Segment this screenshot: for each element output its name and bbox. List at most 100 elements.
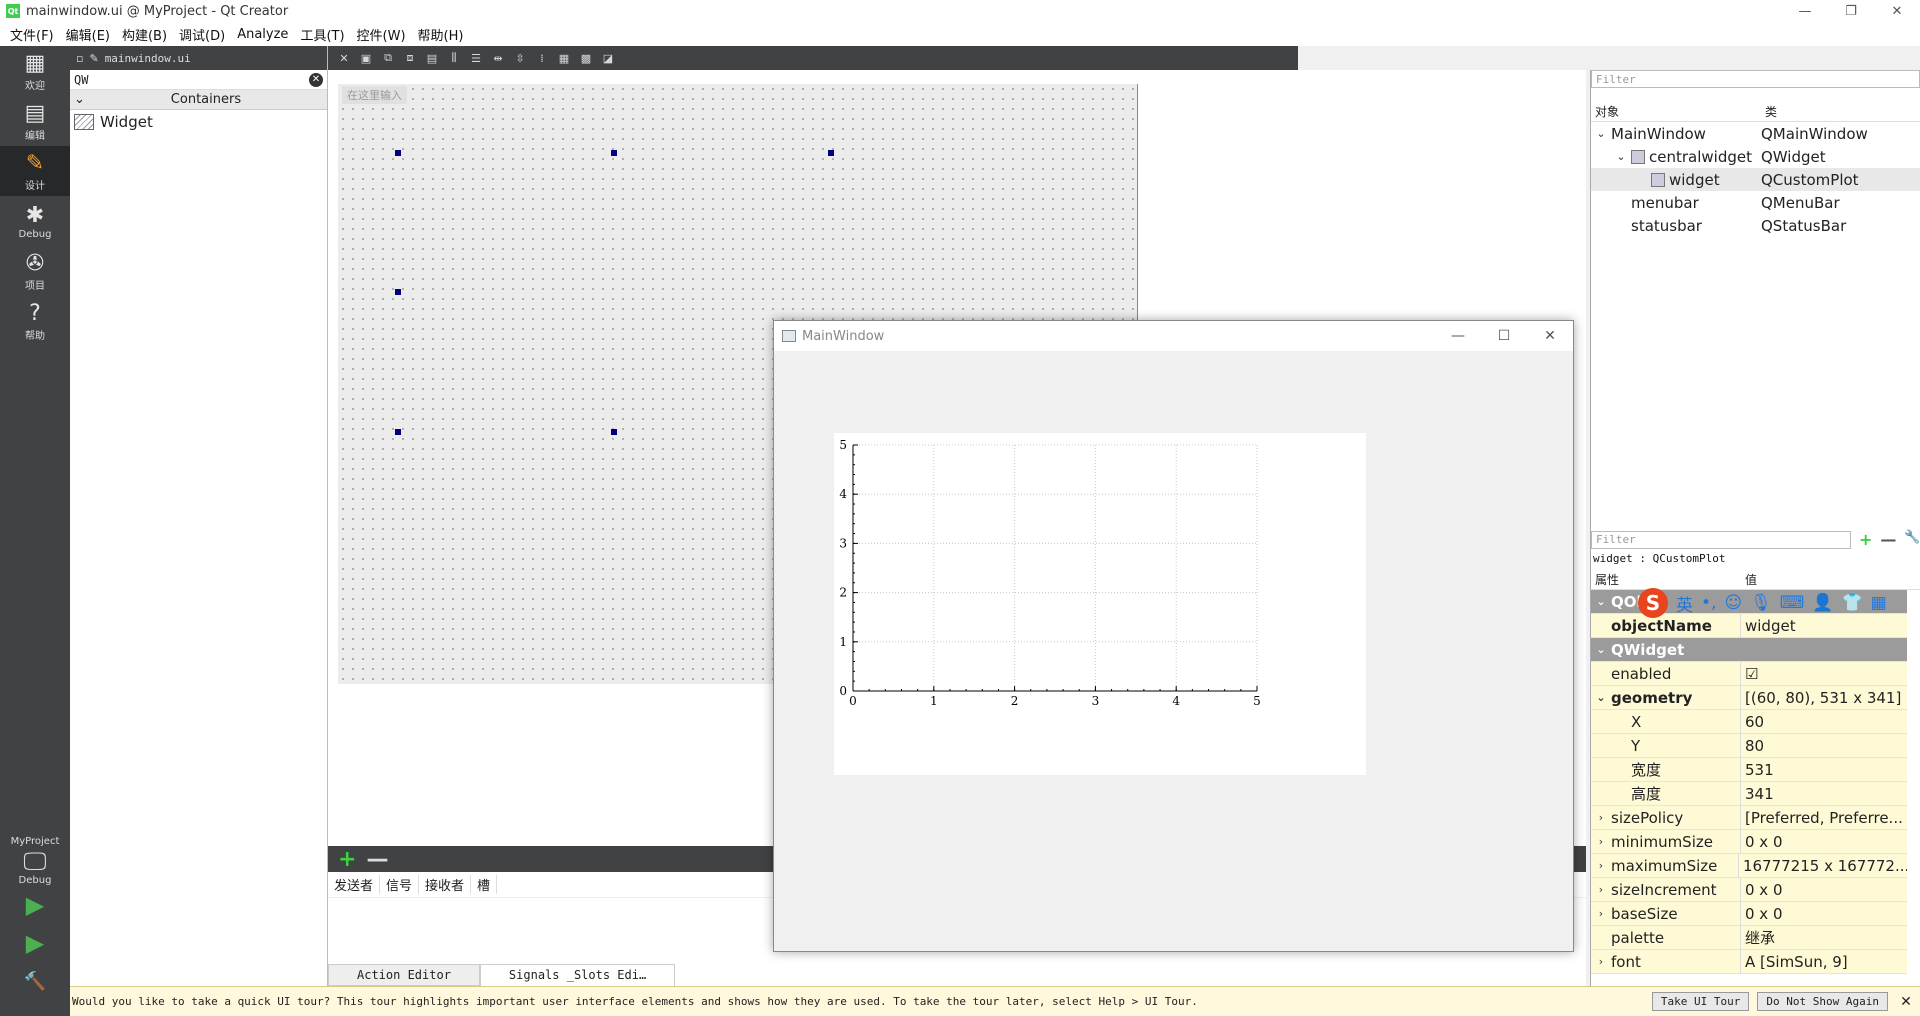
chevron-right-icon[interactable]: ›	[1591, 955, 1611, 968]
chevron-right-icon[interactable]: ›	[1591, 835, 1611, 848]
kit-selector[interactable]: MyProject 🖵 Debug ▶ ▶ 🔨	[0, 836, 70, 1000]
chevron-right-icon[interactable]: ›	[1591, 883, 1611, 896]
wrench-icon[interactable]: 🔧	[1904, 530, 1920, 549]
tree-row[interactable]: statusbar QStatusBar	[1591, 214, 1920, 237]
chevron-right-icon[interactable]: ›	[1591, 859, 1611, 872]
layout-horizontal-icon[interactable]: ⫼	[446, 50, 462, 66]
property-filter-input[interactable]: Filter	[1591, 530, 1851, 549]
property-value[interactable]: 0 x 0	[1741, 905, 1783, 923]
mode-welcome[interactable]: ▦ 欢迎	[0, 46, 70, 96]
debug-run-button[interactable]: ▶	[0, 924, 70, 962]
property-value[interactable]: 0 x 0	[1741, 833, 1783, 851]
selection-handle[interactable]	[611, 150, 617, 156]
mode-edit[interactable]: ▤ 编辑	[0, 96, 70, 146]
column-signal[interactable]: 信号	[380, 875, 420, 894]
selection-handle[interactable]	[611, 429, 617, 435]
property-value[interactable]: [Preferred, Preferre...	[1741, 809, 1903, 827]
property-value[interactable]: 0 x 0	[1741, 881, 1783, 899]
menu-help[interactable]: 帮助(H)	[412, 25, 470, 44]
clear-icon[interactable]: ✕	[309, 72, 323, 87]
selection-handle[interactable]	[395, 150, 401, 156]
property-row[interactable]: ⌄ geometry [(60, 80), 531 x 341]	[1591, 685, 1907, 710]
preview-maximize-button[interactable]: ☐	[1481, 321, 1527, 351]
shirt-icon[interactable]: 👕	[1841, 593, 1862, 613]
property-row[interactable]: › baseSize 0 x 0	[1591, 901, 1907, 926]
microphone-icon[interactable]: 🎙	[1750, 593, 1772, 613]
run-button[interactable]: ▶	[0, 886, 70, 924]
document-tab[interactable]: mainwindow.ui	[105, 52, 191, 65]
property-row[interactable]: palette 继承	[1591, 925, 1907, 950]
menu-widgets[interactable]: 控件(W)	[351, 25, 412, 44]
widget-search[interactable]: QW ✕	[70, 70, 327, 90]
edit-signals-icon[interactable]: ⧉	[380, 50, 396, 66]
mode-projects[interactable]: ✇ 项目	[0, 246, 70, 296]
chevron-right-icon[interactable]: ›	[1591, 907, 1611, 920]
property-row[interactable]: Y 80	[1591, 733, 1907, 758]
ime-punct-toggle[interactable]: •,	[1701, 593, 1716, 613]
tab-action-editor[interactable]: Action Editor	[328, 964, 480, 986]
category-containers[interactable]: ⌄ Containers	[70, 90, 327, 110]
break-layout-icon[interactable]: ▩	[578, 50, 594, 66]
layout-form-icon[interactable]: ⁞	[534, 50, 550, 66]
custom-plot[interactable]: 0 1 2 3 4 5 0 1 2 3 4 5	[834, 433, 1366, 775]
build-button[interactable]: 🔨	[0, 962, 70, 1000]
do-not-show-button[interactable]: Do Not Show Again	[1757, 992, 1888, 1011]
layout-h-splitter-icon[interactable]: ⇹	[490, 50, 506, 66]
column-slot[interactable]: 槽	[471, 875, 498, 894]
layout-grid-icon[interactable]: ▦	[556, 50, 572, 66]
property-row[interactable]: › maximumSize 16777215 x 167772...	[1591, 853, 1907, 878]
apps-icon[interactable]: ▦	[1871, 593, 1887, 613]
add-property-button[interactable]: +	[1859, 530, 1872, 549]
property-row[interactable]: › sizePolicy [Preferred, Preferre...	[1591, 805, 1907, 830]
close-document-icon[interactable]: ✕	[336, 50, 352, 66]
layout-v-splitter-icon[interactable]: ⇳	[512, 50, 528, 66]
chevron-down-icon[interactable]: ⌄	[1591, 691, 1611, 704]
property-row[interactable]: 高度 341	[1591, 781, 1907, 806]
selection-handle[interactable]	[395, 289, 401, 295]
property-group[interactable]: ⌄ QWidget	[1591, 638, 1907, 662]
tree-row-selected[interactable]: widget QCustomPlot	[1591, 168, 1920, 191]
mode-debug[interactable]: ✱ Debug	[0, 196, 70, 246]
menu-debug[interactable]: 调试(D)	[173, 25, 231, 44]
checkbox-icon[interactable]: ☑	[1741, 665, 1758, 683]
menu-build[interactable]: 构建(B)	[116, 25, 173, 44]
keyboard-icon[interactable]: ⌨	[1780, 593, 1805, 613]
selection-handle[interactable]	[828, 150, 834, 156]
property-value[interactable]: 531	[1741, 761, 1774, 779]
menu-analyze[interactable]: Analyze	[231, 27, 294, 42]
mode-help[interactable]: ? 帮助	[0, 296, 70, 346]
edit-buddies-icon[interactable]: ⧈	[402, 50, 418, 66]
property-row[interactable]: › minimumSize 0 x 0	[1591, 829, 1907, 854]
property-value[interactable]: 80	[1741, 737, 1764, 755]
property-row[interactable]: › font A [SimSun, 9]	[1591, 949, 1907, 974]
column-object[interactable]: 对象	[1591, 103, 1761, 120]
widget-item[interactable]: Widget	[70, 110, 327, 134]
chevron-down-icon[interactable]: ⌄	[1591, 127, 1611, 140]
property-row[interactable]: 宽度 531	[1591, 757, 1907, 782]
close-button[interactable]: ✕	[1874, 0, 1920, 22]
remove-property-button[interactable]: —	[1880, 530, 1896, 549]
layout-vertical-icon[interactable]: ☰	[468, 50, 484, 66]
search-input[interactable]: QW	[74, 73, 88, 87]
object-filter-input[interactable]: Filter	[1591, 70, 1920, 88]
edit-tab-order-icon[interactable]: ▤	[424, 50, 440, 66]
restore-button[interactable]: ❐	[1828, 0, 1874, 22]
user-icon[interactable]: 👤	[1812, 593, 1833, 613]
chevron-down-icon[interactable]: ⌄	[1611, 150, 1631, 163]
property-value[interactable]: 16777215 x 167772...	[1739, 857, 1907, 875]
column-receiver[interactable]: 接收者	[419, 875, 472, 894]
preview-minimize-button[interactable]: —	[1435, 321, 1481, 351]
property-row[interactable]: enabled ☑	[1591, 661, 1907, 686]
selection-handle[interactable]	[395, 429, 401, 435]
smiley-icon[interactable]: ☺	[1724, 593, 1742, 613]
ime-mode-toggle[interactable]: 英	[1676, 591, 1693, 616]
tab-signals-slots[interactable]: Signals _Slots Edi…	[479, 964, 676, 986]
add-connection-button[interactable]: +	[338, 847, 356, 872]
minimize-button[interactable]: —	[1782, 0, 1828, 22]
menu-edit[interactable]: 编辑(E)	[60, 25, 116, 44]
property-value[interactable]: 60	[1741, 713, 1764, 731]
adjust-size-icon[interactable]: ◪	[600, 50, 616, 66]
take-tour-button[interactable]: Take UI Tour	[1651, 992, 1750, 1011]
chevron-down-icon[interactable]: ⌄	[1591, 643, 1611, 656]
property-value[interactable]: 继承	[1741, 927, 1775, 948]
